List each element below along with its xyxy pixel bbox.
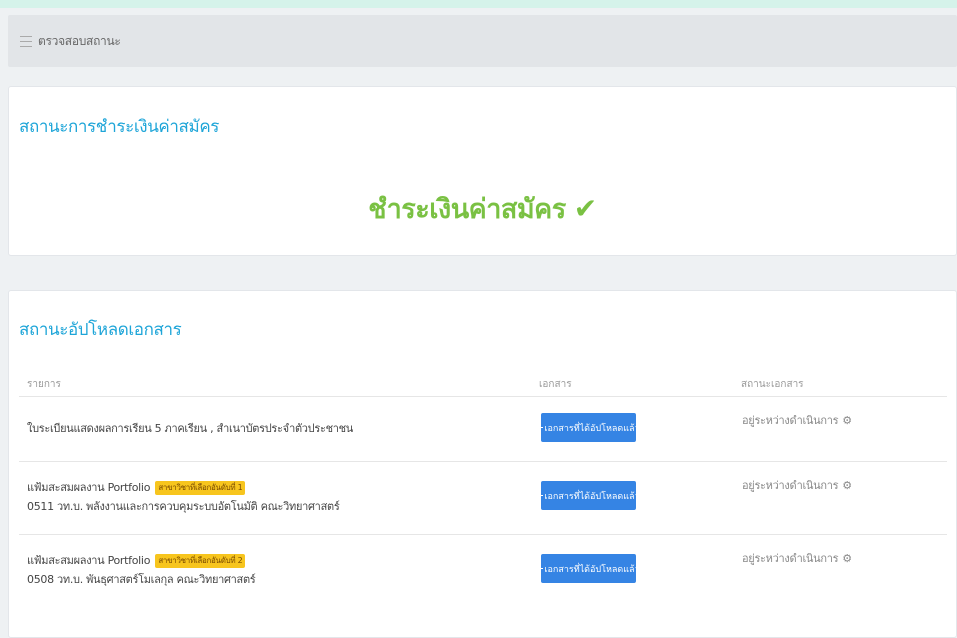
upload-section-title: สถานะอัปโหลดเอกสาร xyxy=(19,320,182,340)
payment-status-text: ชำระเงินค่าสมัคร xyxy=(368,194,566,225)
document-status: อยู่ระหว่างดำเนินการ ⚙ xyxy=(742,549,852,567)
gear-icon: ⚙ xyxy=(842,414,852,427)
check-icon: ✔ xyxy=(573,192,597,225)
document-status: อยู่ระหว่างดำเนินการ ⚙ xyxy=(742,411,852,429)
table-row: ใบระเบียนแสดงผลการเรียน 5 ภาคเรียน , สำเ… xyxy=(9,397,957,461)
choice-rank-badge: สาขาวิชาที่เลือกอันดับที่ 1 xyxy=(155,481,246,495)
payment-status: ชำระเงินค่าสมัคร ✔ xyxy=(9,187,956,230)
column-header-item: รายการ xyxy=(27,379,61,390)
row-item-title: แฟ้มสะสมผลงาน Portfolio xyxy=(27,554,151,567)
file-icon xyxy=(537,490,544,501)
uploaded-document-button[interactable]: เอกสารที่ได้อัปโหลดแล้ว xyxy=(537,554,640,583)
row-item-text: แฟ้มสะสมผลงาน Portfolio สาขาวิชาที่เลือก… xyxy=(27,478,340,516)
button-label: เอกสารที่ได้อัปโหลดแล้ว xyxy=(544,423,640,434)
file-icon xyxy=(537,422,544,433)
row-item-title: แฟ้มสะสมผลงาน Portfolio xyxy=(27,481,151,494)
row-item-program: 0511 วท.บ. พลังงานและการควบคุมระบบอัตโนม… xyxy=(27,500,340,513)
status-text: อยู่ระหว่างดำเนินการ xyxy=(742,552,839,565)
row-item-program: 0508 วท.บ. พันธุศาสตร์โมเลกุล คณะวิทยาศา… xyxy=(27,573,256,586)
uploaded-document-button[interactable]: เอกสารที่ได้อัปโหลดแล้ว xyxy=(537,481,640,510)
button-label: เอกสารที่ได้อัปโหลดแล้ว xyxy=(544,564,640,575)
payment-section-title: สถานะการชำระเงินค่าสมัคร xyxy=(19,117,220,137)
column-header-document: เอกสาร xyxy=(539,379,572,390)
status-text: อยู่ระหว่างดำเนินการ xyxy=(742,414,839,427)
button-label: เอกสารที่ได้อัปโหลดแล้ว xyxy=(544,491,640,502)
row-item-text: แฟ้มสะสมผลงาน Portfolio สาขาวิชาที่เลือก… xyxy=(27,551,256,589)
table-row: แฟ้มสะสมผลงาน Portfolio สาขาวิชาที่เลือก… xyxy=(9,535,957,607)
list-icon xyxy=(20,34,32,48)
column-header-status: สถานะเอกสาร xyxy=(741,379,804,390)
status-text: อยู่ระหว่างดำเนินการ xyxy=(742,479,839,492)
file-icon xyxy=(537,563,544,574)
page-title: ตรวจสอบสถานะ xyxy=(38,33,121,48)
uploaded-document-button[interactable]: เอกสารที่ได้อัปโหลดแล้ว xyxy=(537,413,640,442)
payment-status-card: สถานะการชำระเงินค่าสมัคร ชำระเงินค่าสมัค… xyxy=(8,86,957,256)
upload-status-card: สถานะอัปโหลดเอกสาร รายการ เอกสาร สถานะเอ… xyxy=(8,290,957,638)
table-row: แฟ้มสะสมผลงาน Portfolio สาขาวิชาที่เลือก… xyxy=(9,462,957,534)
row-item-title: ใบระเบียนแสดงผลการเรียน 5 ภาคเรียน , สำเ… xyxy=(27,422,354,435)
document-status: อยู่ระหว่างดำเนินการ ⚙ xyxy=(742,476,852,494)
gear-icon: ⚙ xyxy=(842,479,852,492)
row-item-text: ใบระเบียนแสดงผลการเรียน 5 ภาคเรียน , สำเ… xyxy=(27,419,353,438)
page-header: ตรวจสอบสถานะ xyxy=(8,15,957,67)
gear-icon: ⚙ xyxy=(842,552,852,565)
top-accent-bar xyxy=(0,0,957,8)
choice-rank-badge: สาขาวิชาที่เลือกอันดับที่ 2 xyxy=(155,554,246,568)
